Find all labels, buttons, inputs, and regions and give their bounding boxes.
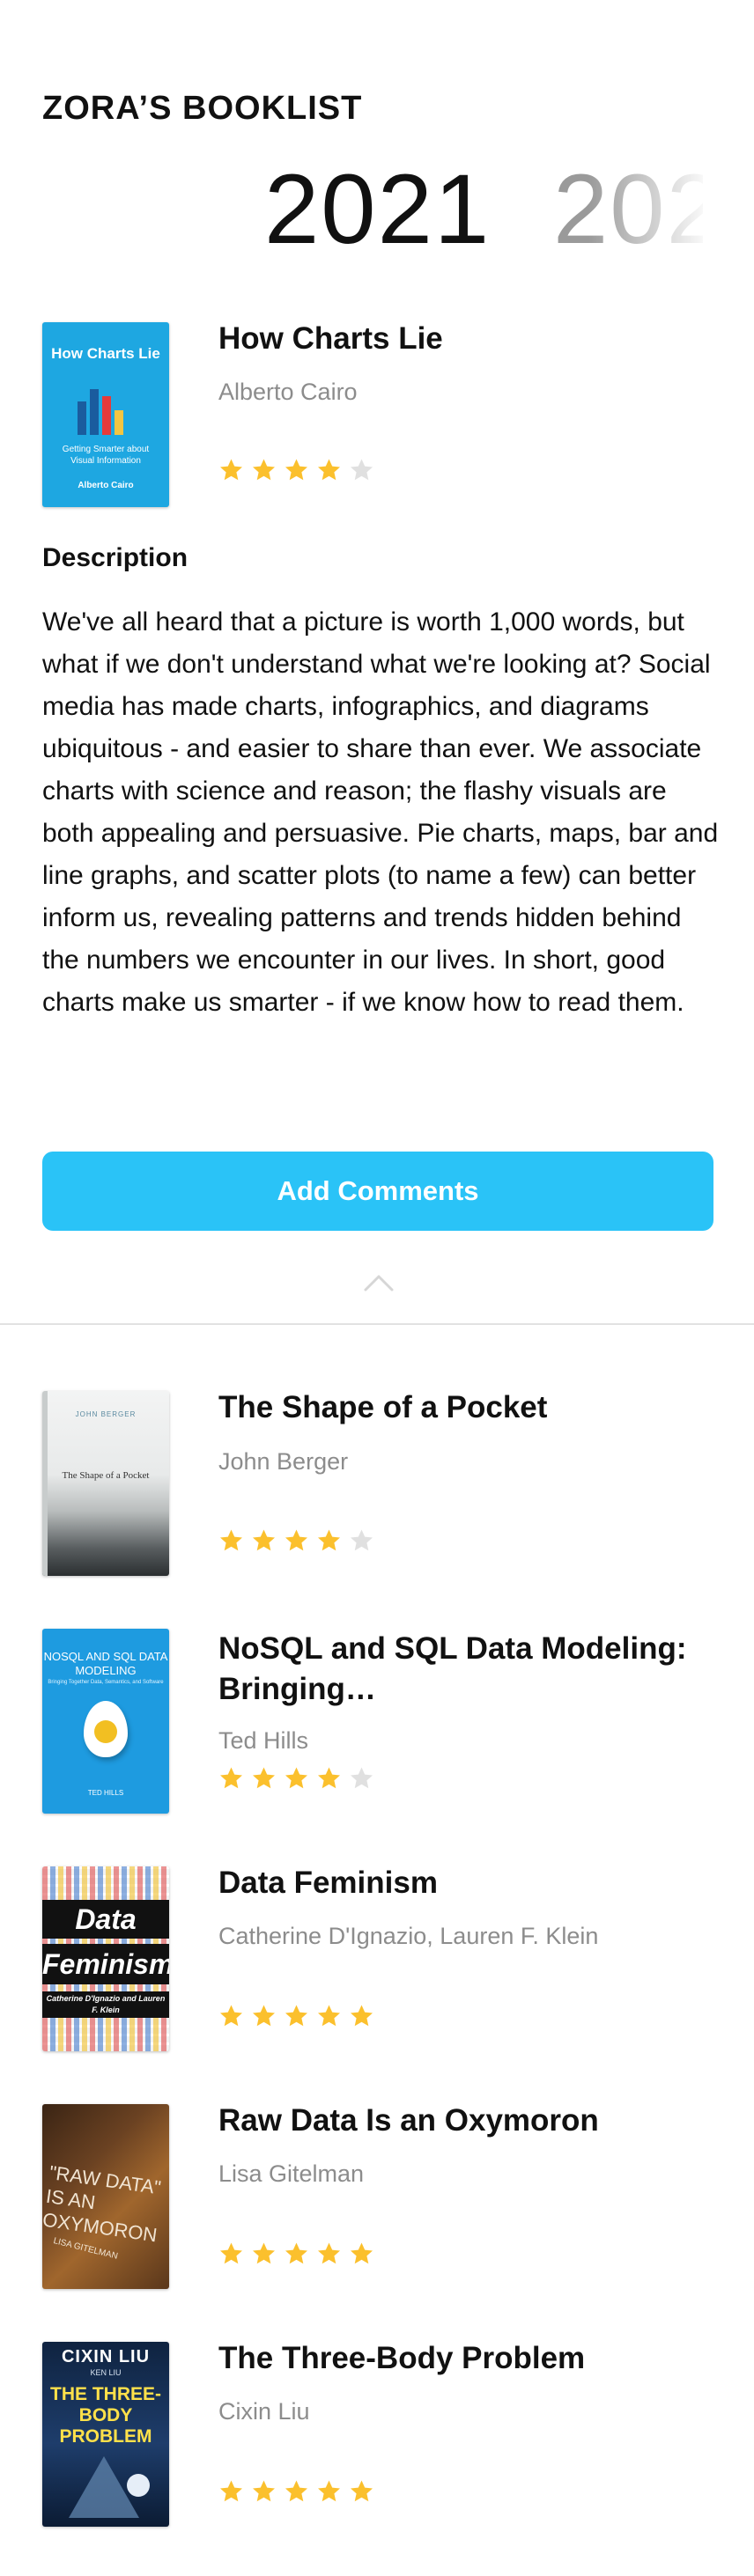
star-filled-icon[interactable] bbox=[251, 2004, 277, 2028]
cover-title: How Charts Lie bbox=[51, 345, 160, 362]
book-cover[interactable]: JOHN BERGER The Shape of a Pocket bbox=[42, 1391, 169, 1576]
star-filled-icon[interactable] bbox=[316, 2479, 342, 2504]
star-filled-icon[interactable] bbox=[316, 2004, 342, 2028]
rating-stars[interactable] bbox=[218, 2241, 374, 2268]
star-filled-icon[interactable] bbox=[251, 1766, 277, 1791]
description-heading: Description bbox=[42, 543, 188, 572]
star-filled-icon[interactable] bbox=[349, 2479, 374, 2504]
star-empty-icon[interactable] bbox=[349, 1528, 374, 1553]
cover-title-line1: Data bbox=[42, 1900, 169, 1939]
chevron-up-icon[interactable] bbox=[363, 1273, 395, 1292]
section-divider bbox=[0, 1323, 754, 1325]
star-filled-icon[interactable] bbox=[349, 2004, 374, 2028]
cover-author: TED HILLS bbox=[87, 1789, 124, 1797]
book-author: John Berger bbox=[218, 1448, 349, 1475]
star-filled-icon[interactable] bbox=[284, 458, 309, 482]
cover-spine bbox=[42, 1391, 48, 1576]
star-filled-icon[interactable] bbox=[218, 458, 244, 482]
cover-author: Catherine D'Ignazio and Lauren F. Klein bbox=[42, 1991, 169, 2018]
year-current[interactable]: 2021 bbox=[264, 157, 491, 262]
book-title[interactable]: NoSQL and SQL Data Modeling: Bringing… bbox=[218, 1629, 712, 1710]
star-filled-icon[interactable] bbox=[251, 2241, 277, 2266]
cover-author: JOHN BERGER bbox=[75, 1410, 137, 1418]
book-title[interactable]: The Three-Body Problem bbox=[218, 2338, 712, 2379]
description-text: We've all heard that a picture is worth … bbox=[42, 607, 719, 1017]
page-title: ZORA’S BOOKLIST bbox=[42, 90, 363, 127]
book-title[interactable]: Raw Data Is an Oxymoron bbox=[218, 2101, 712, 2141]
book-cover[interactable]: Data Feminism Catherine D'Ignazio and La… bbox=[42, 1866, 169, 2051]
book-author: Lisa Gitelman bbox=[218, 2160, 365, 2187]
star-filled-icon[interactable] bbox=[218, 1528, 244, 1553]
cover-title: "RAW DATA" IS AN OXYMORON bbox=[42, 2160, 163, 2247]
rating-stars[interactable] bbox=[218, 458, 374, 484]
star-filled-icon[interactable] bbox=[316, 1528, 342, 1553]
rating-stars[interactable] bbox=[218, 1766, 374, 1792]
star-filled-icon[interactable] bbox=[284, 2004, 309, 2028]
star-empty-icon[interactable] bbox=[349, 1766, 374, 1791]
star-filled-icon[interactable] bbox=[284, 1766, 309, 1791]
book-author: Ted Hills bbox=[218, 1727, 309, 1754]
egg-yolk-illustration bbox=[94, 1720, 117, 1743]
cover-title: The Shape of a Pocket bbox=[62, 1470, 150, 1481]
fade-overlay-left bbox=[42, 157, 166, 262]
star-filled-icon[interactable] bbox=[218, 2479, 244, 2504]
add-comments-button[interactable]: Add Comments bbox=[42, 1152, 713, 1231]
cover-subtitle: Getting Smarter about Visual Information bbox=[62, 445, 150, 466]
rating-stars[interactable] bbox=[218, 2479, 374, 2506]
moon-illustration bbox=[127, 2474, 150, 2497]
rating-stars[interactable] bbox=[218, 1528, 374, 1555]
book-cover[interactable]: CIXIN LIU KEN LIU THE THREE-BODY PROBLEM bbox=[42, 2342, 169, 2527]
star-filled-icon[interactable] bbox=[284, 2479, 309, 2504]
book-title[interactable]: The Shape of a Pocket bbox=[218, 1387, 712, 1428]
rating-stars[interactable] bbox=[218, 2004, 374, 2030]
star-empty-icon[interactable] bbox=[349, 458, 374, 482]
star-filled-icon[interactable] bbox=[316, 458, 342, 482]
book-cover-featured[interactable]: How Charts Lie Getting Smarter about Vis… bbox=[42, 322, 169, 507]
cover-author: Alberto Cairo bbox=[78, 481, 134, 490]
cover-title-line2: Feminism bbox=[42, 1944, 169, 1984]
star-filled-icon[interactable] bbox=[251, 2479, 277, 2504]
cover-author: CIXIN LIU bbox=[61, 2347, 151, 2366]
bar-chart-illustration bbox=[78, 389, 123, 435]
star-filled-icon[interactable] bbox=[349, 2241, 374, 2266]
star-filled-icon[interactable] bbox=[316, 1766, 342, 1791]
fade-overlay-right bbox=[588, 157, 712, 262]
book-author: Cixin Liu bbox=[218, 2398, 310, 2425]
featured-book-title[interactable]: How Charts Lie bbox=[218, 319, 712, 359]
star-filled-icon[interactable] bbox=[284, 1528, 309, 1553]
star-filled-icon[interactable] bbox=[218, 2241, 244, 2266]
star-filled-icon[interactable] bbox=[316, 2241, 342, 2266]
star-filled-icon[interactable] bbox=[284, 2241, 309, 2266]
cover-title: NOSQL AND SQL DATA MODELING bbox=[43, 1650, 168, 1677]
star-filled-icon[interactable] bbox=[251, 458, 277, 482]
star-filled-icon[interactable] bbox=[218, 2004, 244, 2028]
book-cover[interactable]: NOSQL AND SQL DATA MODELING Bringing Tog… bbox=[42, 1629, 169, 1814]
year-selector[interactable]: 2020 2021 2022 bbox=[42, 157, 712, 262]
cover-subtitle: Bringing Together Data, Semantics, and S… bbox=[48, 1680, 164, 1685]
book-title[interactable]: Data Feminism bbox=[218, 1863, 712, 1903]
featured-book-author: Alberto Cairo bbox=[218, 379, 358, 405]
cover-translator: KEN LIU bbox=[90, 2368, 122, 2377]
star-filled-icon[interactable] bbox=[218, 1766, 244, 1791]
book-author: Catherine D'Ignazio, Lauren F. Klein bbox=[218, 1923, 599, 1949]
book-cover[interactable]: "RAW DATA" IS AN OXYMORON LISA GITELMAN bbox=[42, 2104, 169, 2289]
star-filled-icon[interactable] bbox=[251, 1528, 277, 1553]
cover-title: THE THREE-BODY PROBLEM bbox=[50, 2384, 161, 2447]
